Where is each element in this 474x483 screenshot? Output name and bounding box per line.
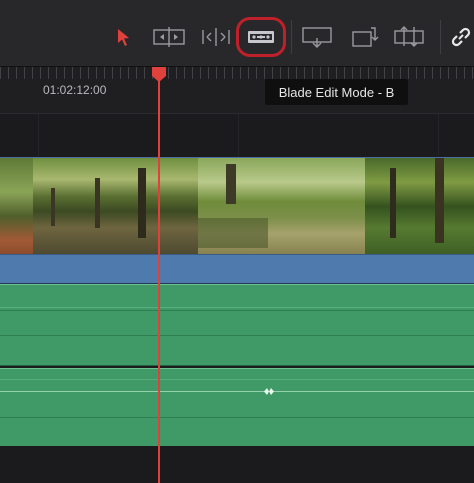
overwrite-icon [352,27,379,47]
waveform-peak [264,388,274,395]
empty-track-area [0,446,474,483]
toolbar-divider [440,20,441,54]
thumbnail-frame [198,158,365,255]
waveform-line [0,335,474,336]
waveform-line [0,391,474,392]
waveform-line [0,310,474,311]
ruler-ticks [0,67,474,79]
trim-icon [153,27,185,47]
blade-edit-mode-button[interactable] [244,22,278,52]
razor-blade-icon [248,31,274,43]
insert-clip-button[interactable] [300,22,334,52]
arrow-pointer-icon [118,29,129,46]
insert-icon [302,27,332,48]
trim-edit-mode-button[interactable] [152,22,186,52]
audio-clip-a1[interactable] [0,284,474,366]
gridline [238,114,239,158]
waveform-line [0,379,474,380]
audio-clip-a2[interactable] [0,368,474,447]
video-clip-bar[interactable] [0,254,474,284]
link-icon [451,27,471,47]
dynamic-trim-mode-button[interactable] [199,22,233,52]
replace-icon [394,26,424,47]
timeline-toolbar [0,0,474,67]
waveform-line [0,307,474,308]
selection-mode-button[interactable] [107,22,141,52]
playhead-line[interactable] [158,67,160,483]
video-clip-thumbnails[interactable] [0,157,474,255]
toolbar-divider [291,20,292,54]
waveform-line [0,417,474,418]
thumbnail-frame [0,158,33,255]
link-toggle-button[interactable] [448,22,474,52]
gridline [38,114,39,158]
tooltip: Blade Edit Mode - B [265,79,408,105]
ruler-timecode: 01:02:12:00 [43,83,107,97]
thumbnail-frame [365,158,474,255]
empty-track-area [0,114,474,158]
dynamic-trim-icon [202,28,230,46]
replace-clip-button[interactable] [392,22,426,52]
playhead-marker[interactable] [151,67,167,83]
tooltip-text: Blade Edit Mode - B [278,84,395,100]
gridline [438,114,439,158]
thumbnail-frame [33,158,198,255]
overwrite-clip-button[interactable] [347,22,381,52]
